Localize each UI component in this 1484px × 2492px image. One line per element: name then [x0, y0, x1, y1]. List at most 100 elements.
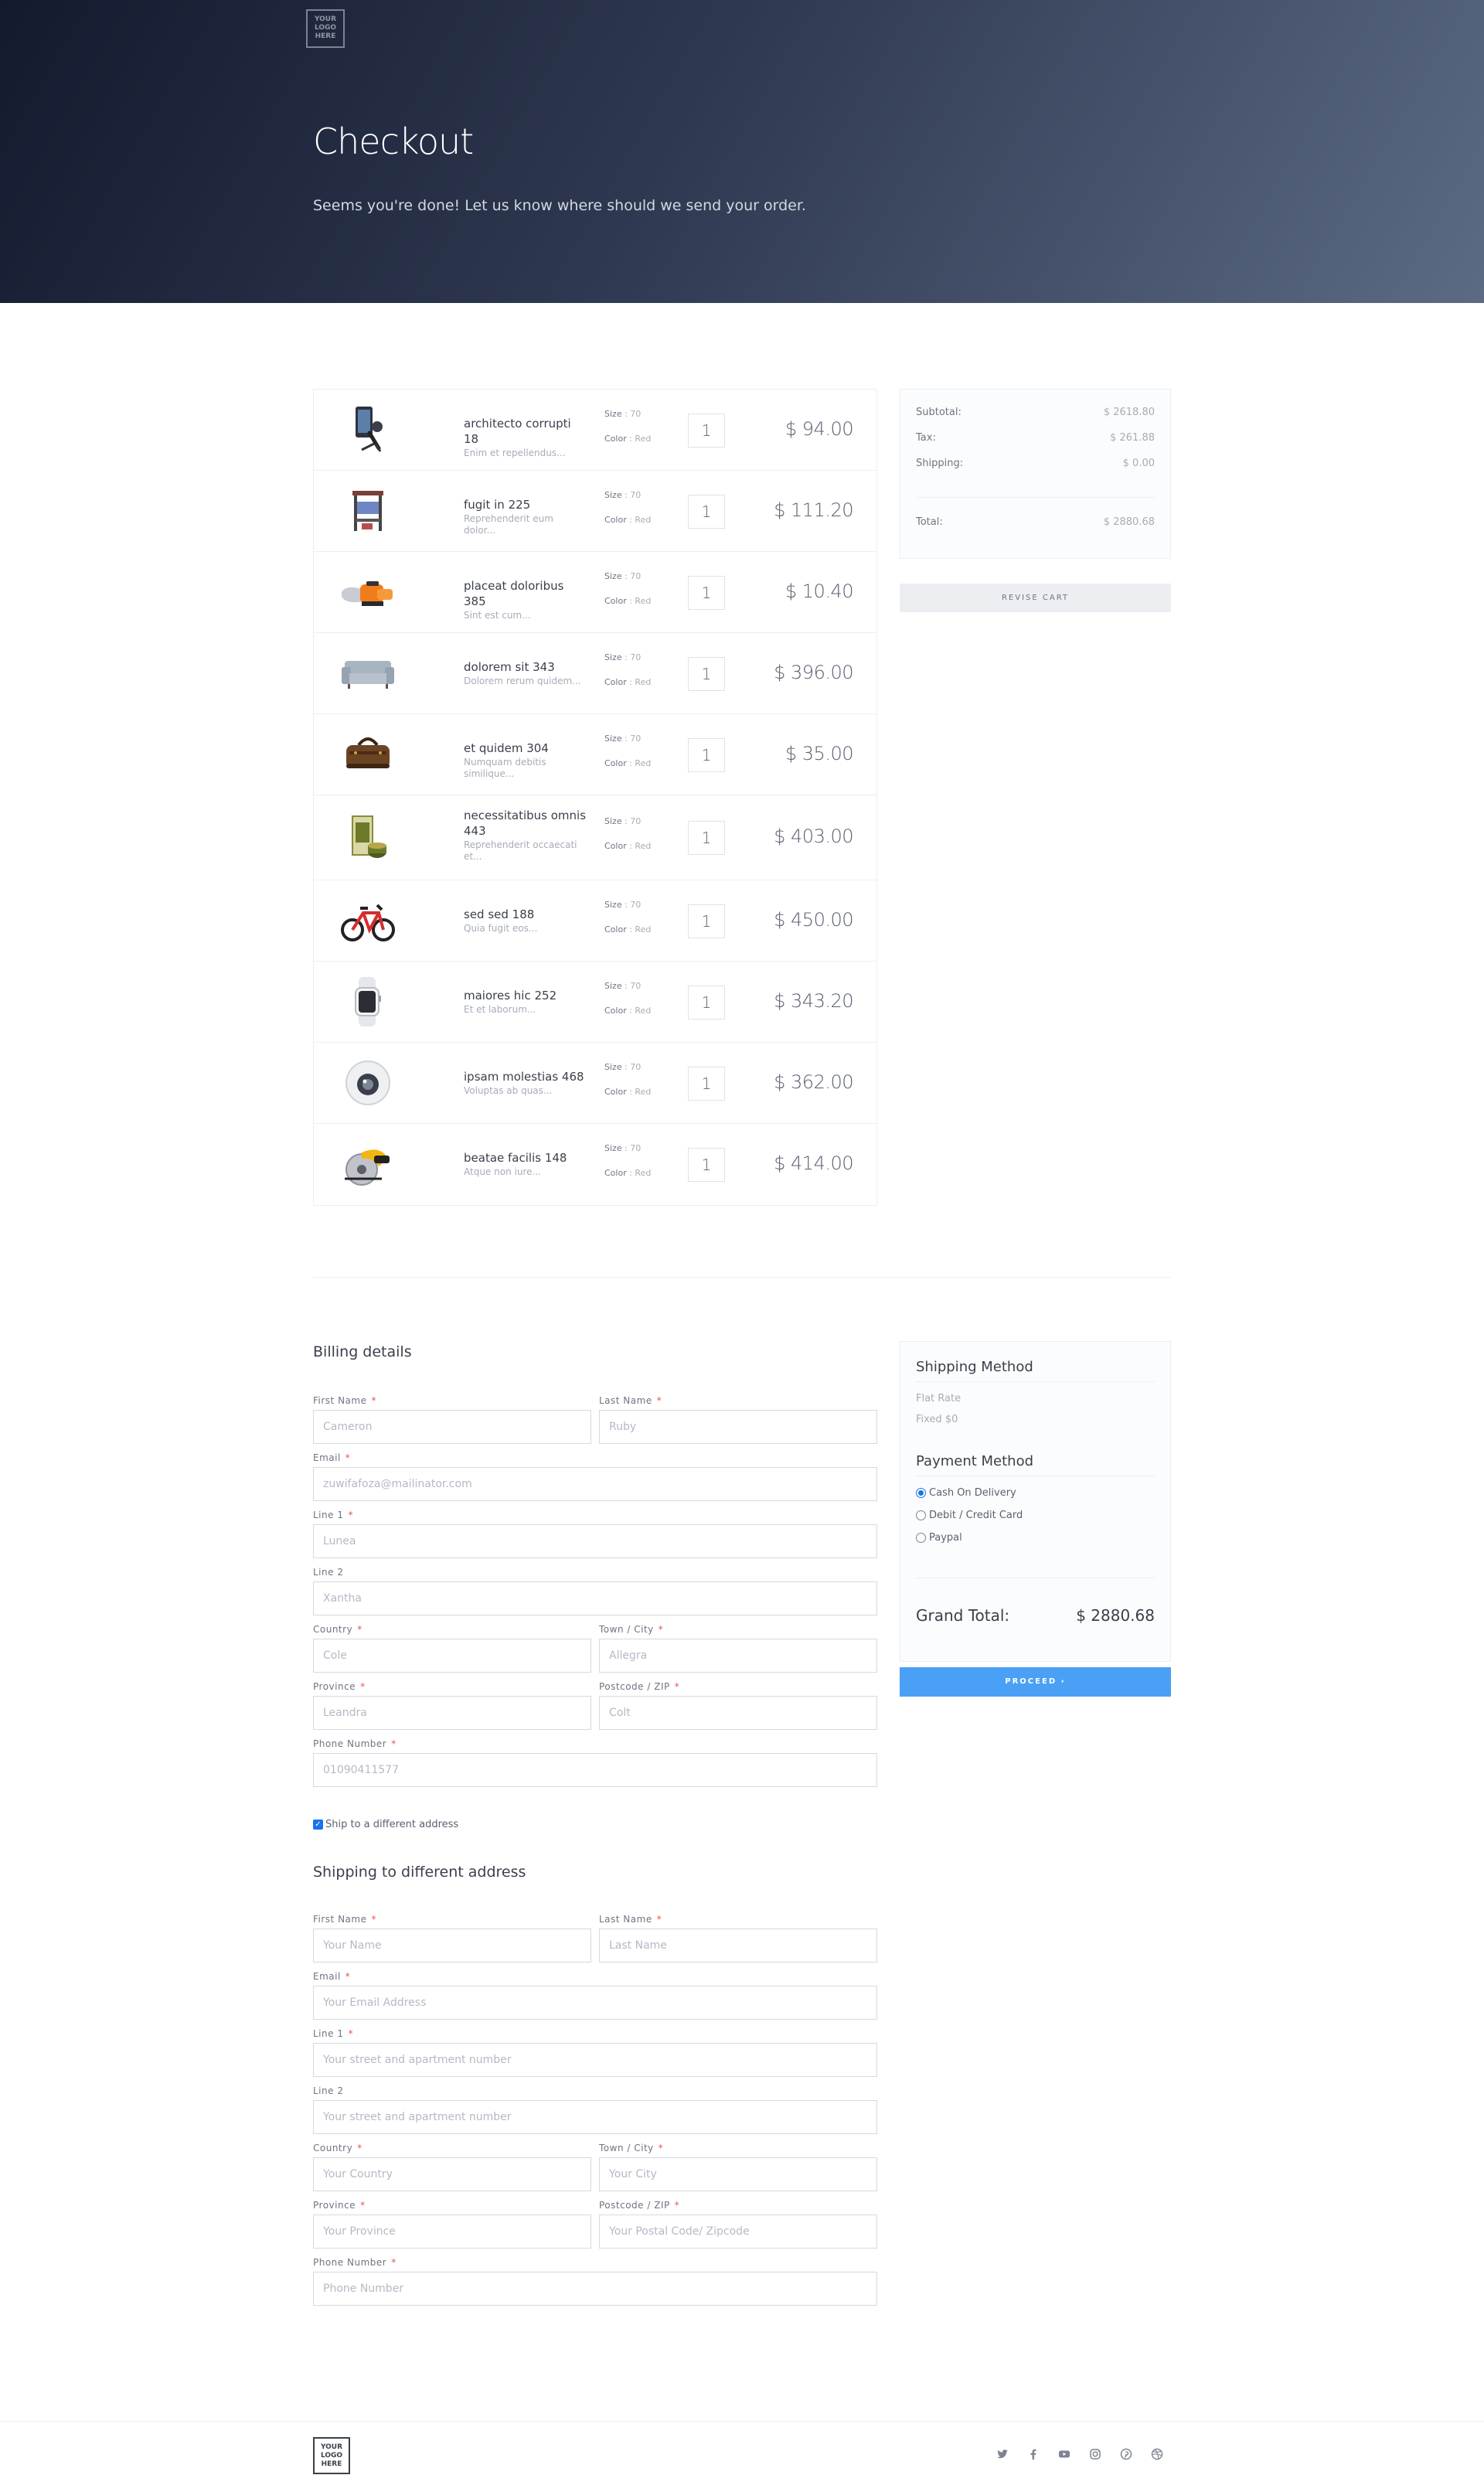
chainsaw-icon[interactable]	[339, 566, 397, 618]
province-label: Province *	[313, 1681, 366, 1692]
quantity-input[interactable]: 1	[688, 495, 725, 529]
quantity-input[interactable]: 1	[688, 986, 725, 1020]
facebook-icon[interactable]	[1026, 2447, 1040, 2461]
cart-item-name-block: ipsam molestias 468 Voluptas ab quas...	[464, 1069, 587, 1097]
size-value: : 70	[625, 900, 642, 910]
radio-icon[interactable]	[916, 1533, 926, 1543]
color-label: Color	[604, 596, 627, 606]
size-label: Size	[604, 571, 622, 581]
payment-option[interactable]: Paypal	[916, 1532, 1155, 1544]
cosmetics-icon[interactable]	[339, 812, 397, 864]
size-label: Size	[604, 900, 622, 910]
billing-first_name-input[interactable]: Cameron	[313, 1410, 591, 1444]
payment-option-label: Paypal	[929, 1532, 962, 1544]
cart-item-name[interactable]: et quidem 304	[464, 741, 549, 755]
pinterest-icon[interactable]	[1119, 2447, 1133, 2461]
payment-option[interactable]: Debit / Credit Card	[916, 1510, 1155, 1521]
cart-item-name[interactable]: beatae facilis 148	[464, 1151, 567, 1165]
billing-postcode-input[interactable]: Colt	[599, 1696, 877, 1730]
cart-item: placeat doloribus 385 Sint est cum... Si…	[314, 552, 876, 633]
shipping-line1-input[interactable]: Your street and apartment number	[313, 2043, 877, 2077]
bicycle-icon[interactable]	[339, 894, 397, 947]
billing-last_name-input[interactable]: Ruby	[599, 1410, 877, 1444]
quantity-input[interactable]: 1	[688, 738, 725, 772]
shipping-country-input[interactable]: Your Country	[313, 2157, 591, 2191]
quantity-input[interactable]: 1	[688, 1148, 725, 1182]
youtube-icon[interactable]	[1057, 2447, 1071, 2461]
billing-phone-input[interactable]: 01090411577	[313, 1753, 877, 1787]
size-value: : 70	[625, 409, 642, 419]
first_name-label: First Name *	[313, 1395, 376, 1406]
cart-item-desc: Voluptas ab quas...	[464, 1085, 553, 1096]
bag-icon[interactable]	[339, 728, 397, 781]
shipping-phone-input[interactable]: Phone Number	[313, 2272, 877, 2306]
cart-item-name[interactable]: ipsam molestias 468	[464, 1070, 584, 1084]
cart-item-price: $ 403.00	[774, 826, 853, 847]
radio-icon[interactable]	[916, 1488, 926, 1498]
cart-item-name-block: et quidem 304 Numquam debitis similique.…	[464, 740, 587, 780]
sofa-icon[interactable]	[339, 647, 397, 700]
social-links	[996, 2447, 1164, 2461]
proceed-button[interactable]: PROCEED ›	[900, 1667, 1171, 1697]
cart-item-name[interactable]: fugit in 225	[464, 498, 530, 512]
country-label: Country *	[313, 2143, 362, 2153]
shipping-province-input[interactable]: Your Province	[313, 2215, 591, 2249]
quantity-input[interactable]: 1	[688, 821, 725, 855]
desk-icon[interactable]	[339, 485, 397, 537]
required-mark: *	[357, 1624, 362, 1635]
quantity-input[interactable]: 1	[688, 1067, 725, 1101]
twitter-icon[interactable]	[996, 2447, 1009, 2461]
cart-item-price: $ 94.00	[785, 418, 854, 440]
shipping-last_name-input[interactable]: Last Name	[599, 1929, 877, 1963]
cart-item: ipsam molestias 468 Voluptas ab quas... …	[314, 1043, 876, 1124]
cart-item-price: $ 362.00	[774, 1071, 853, 1093]
camera-360-icon[interactable]	[339, 1057, 397, 1109]
billing-line2-input[interactable]: Xantha	[313, 1581, 877, 1615]
cart-item-name-block: necessitatibus omnis 443 Reprehenderit o…	[464, 808, 587, 863]
required-mark: *	[656, 1395, 662, 1406]
cart-item-name[interactable]: dolorem sit 343	[464, 660, 555, 674]
cart-item-name[interactable]: sed sed 188	[464, 907, 534, 921]
dribbble-icon[interactable]	[1150, 2447, 1164, 2461]
radio-icon[interactable]	[916, 1510, 926, 1520]
color-value: : Red	[629, 841, 652, 851]
billing-country-input[interactable]: Cole	[313, 1639, 591, 1673]
billing-email-input[interactable]: zuwifafoza@mailinator.com	[313, 1467, 877, 1501]
revise-cart-button[interactable]: REVISE CART	[900, 584, 1171, 612]
smartphone-gimbal-icon[interactable]	[339, 403, 397, 456]
quantity-input[interactable]: 1	[688, 657, 725, 691]
quantity-input[interactable]: 1	[688, 904, 725, 938]
shipping-first_name-input[interactable]: Your Name	[313, 1929, 591, 1963]
cart-item-name[interactable]: placeat doloribus 385	[464, 579, 563, 608]
quantity-input[interactable]: 1	[688, 576, 725, 610]
payment-option[interactable]: Cash On Delivery	[916, 1487, 1155, 1499]
color-label: Color	[604, 924, 627, 934]
shipping-line2-input[interactable]: Your street and apartment number	[313, 2100, 877, 2134]
smartwatch-icon[interactable]	[339, 975, 397, 1028]
footer-logo[interactable]: YOUR LOGO HERE	[313, 2437, 350, 2474]
quantity-input[interactable]: 1	[688, 414, 725, 448]
circular-saw-icon[interactable]	[339, 1139, 397, 1191]
shipping-postcode-input[interactable]: Your Postal Code/ Zipcode	[599, 2215, 877, 2249]
cart-item-name[interactable]: necessitatibus omnis 443	[464, 809, 586, 838]
shipping-email-input[interactable]: Your Email Address	[313, 1986, 877, 2020]
cart-item-price: $ 396.00	[774, 662, 853, 683]
billing-line1-input[interactable]: Lunea	[313, 1524, 877, 1558]
shipping-city-input[interactable]: Your City	[599, 2157, 877, 2191]
size-value: : 70	[625, 571, 642, 581]
ship-different-label: Ship to a different address	[325, 1819, 459, 1830]
cart-item-desc: Enim et repellendus...	[464, 448, 566, 458]
line1-label: Line 1 *	[313, 1510, 353, 1520]
cart-item-name-block: dolorem sit 343 Dolorem rerum quidem...	[464, 659, 587, 687]
cart-item-name[interactable]: maiores hic 252	[464, 989, 556, 1003]
checkbox-checked-icon[interactable]: ✓	[313, 1820, 323, 1830]
cart-item-attrs: Size : 70 Color : Red	[604, 900, 651, 935]
ship-different-checkbox[interactable]: ✓ Ship to a different address	[313, 1819, 458, 1830]
grand-total-row: Grand Total: $ 2880.68	[916, 1606, 1155, 1625]
cart-item-name[interactable]: architecto corrupti 18	[464, 417, 571, 446]
header-logo[interactable]: YOUR LOGO HERE	[306, 9, 345, 48]
billing-province-input[interactable]: Leandra	[313, 1696, 591, 1730]
instagram-icon[interactable]	[1088, 2447, 1102, 2461]
billing-city-input[interactable]: Allegra	[599, 1639, 877, 1673]
cart-item-name-block: fugit in 225 Reprehenderit eum dolor...	[464, 497, 587, 536]
